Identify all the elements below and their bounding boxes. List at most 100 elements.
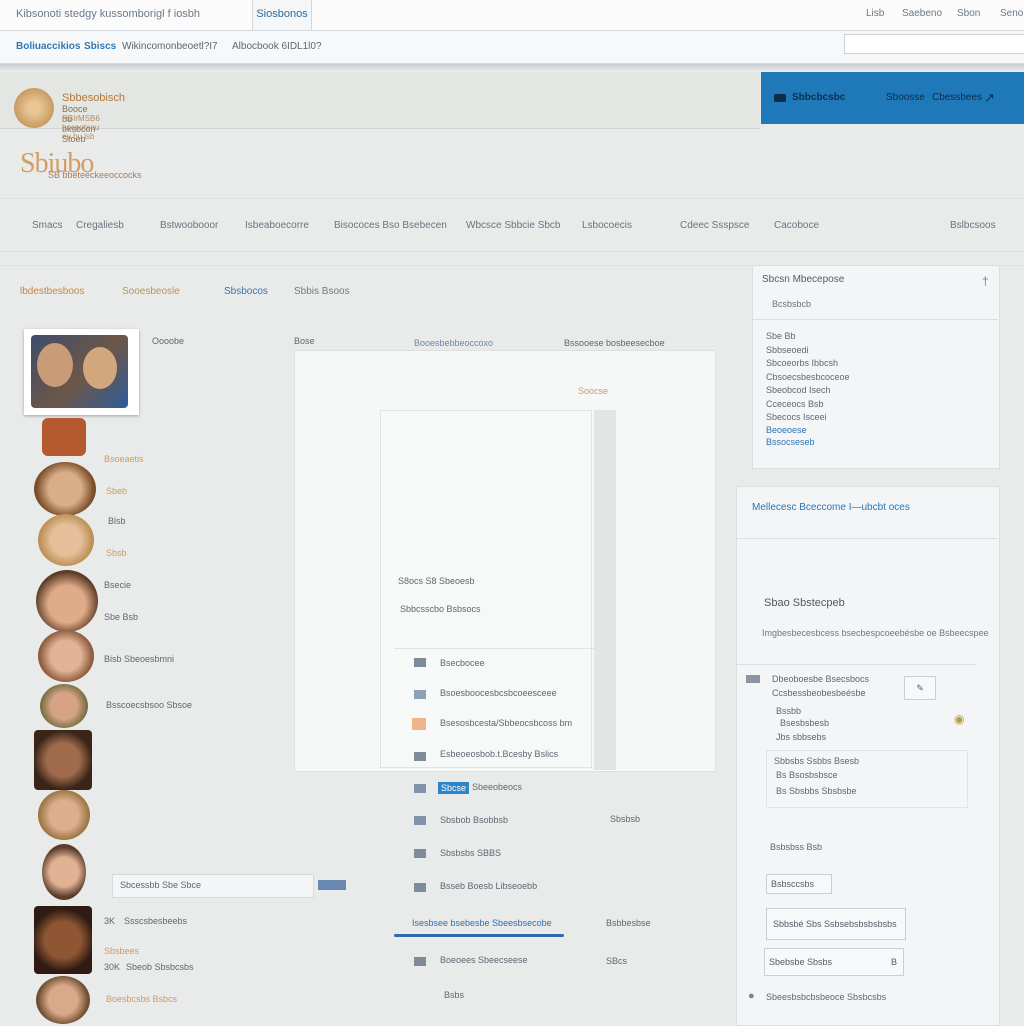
list-item[interactable]: Sbeeobeocs <box>472 782 522 792</box>
list-item[interactable]: Bsesosbcesta/Sbbeocsbcoss bm <box>440 718 572 728</box>
nav-item-10[interactable]: Bslbcsoos <box>950 220 996 231</box>
nav-item-4[interactable]: Isbeaboecorre <box>245 220 309 231</box>
avatar <box>40 684 88 728</box>
nav-item-6[interactable]: Wbcsce Sbbcie Sbcb <box>466 220 561 231</box>
panel-item[interactable]: Sbe Bb <box>766 331 796 341</box>
go-button[interactable] <box>318 880 346 890</box>
nav-item-8[interactable]: Cdeec Ssspsce <box>680 220 749 231</box>
panel-item[interactable]: Cceceocs Bsb <box>766 399 824 409</box>
secbar-item-3[interactable]: Wikincomonbeoetl?I7 <box>122 41 218 52</box>
list-item[interactable]: Boeoees Sbeecseese <box>440 955 528 965</box>
top-link-1[interactable]: Lisb <box>866 8 884 19</box>
row-subtitle: Bs Bsosbsbsce <box>776 770 838 780</box>
row-detail: Bssbb <box>776 706 802 716</box>
list-item[interactable]: Sbsbees <box>104 946 139 956</box>
divider <box>736 664 976 665</box>
highlight-label: Soocse <box>578 386 609 396</box>
list-item[interactable]: Sbsbsbs SBBS <box>440 848 501 858</box>
list-item[interactable]: Esbeoeosbob.t.Bcesby Bslics <box>440 749 558 759</box>
mail-icon <box>414 752 426 761</box>
list-item[interactable]: Bsecie <box>104 580 131 590</box>
edit-button[interactable]: ✎ <box>904 676 936 700</box>
scrollbar[interactable] <box>594 410 616 770</box>
list-item[interactable]: Boesbcsbs Bsbcs <box>106 994 177 1004</box>
avatar <box>36 976 90 1024</box>
count: 3K <box>104 916 116 926</box>
list-item[interactable]: Blsb <box>108 516 126 526</box>
row-detail: Bsesbsbesb <box>780 718 830 728</box>
list-item[interactable]: Bsecbocee <box>440 658 485 668</box>
logo[interactable] <box>14 88 54 128</box>
list-item[interactable]: Sbeob Sbsbcsbs <box>126 962 194 972</box>
account-link-2[interactable]: Sboosse <box>886 92 925 103</box>
secbar-item-4[interactable]: Albocbook 6IDL1l0? <box>232 41 322 52</box>
panel-item[interactable]: Sbbseoedi <box>766 345 809 355</box>
list-item[interactable]: Ssscsbesbeebs <box>124 916 187 926</box>
tab-3[interactable]: Sbsbocos <box>224 286 268 297</box>
panel-item[interactable]: Cbsoecsbesbcoceoe <box>766 372 850 382</box>
link[interactable]: Isesbsee bsebesbe Sbeesbsecobe <box>412 918 552 928</box>
brand-subtitle: SB bbeteeckeeoccocks <box>48 170 142 180</box>
avatar <box>34 730 92 790</box>
list-item[interactable]: Sbe Bsb <box>104 612 138 622</box>
list-item[interactable]: Bsscoecsbsoo Sbsoe <box>106 700 192 710</box>
row-title[interactable]: Sbbsbs Ssbbs Bsesb <box>774 756 859 766</box>
nav-item-3[interactable]: Bstwoobooor <box>160 220 218 231</box>
profile-photo <box>31 335 128 408</box>
top-link-2[interactable]: Saebeno <box>902 8 942 19</box>
panel-item[interactable]: Sbeobcod Isech <box>766 385 831 395</box>
label: Sbsbsb <box>610 814 641 824</box>
secbar-item-1[interactable]: Boliuaccikios <box>16 41 80 52</box>
secbar-item-2[interactable]: Sbiscs <box>84 41 116 52</box>
panel-text: Imgbesbecesbcess bsecbespcoeebésbe oe Bs… <box>762 628 989 638</box>
action-button[interactable]: Bsbsccsbs <box>766 874 832 894</box>
doc-icon <box>414 658 426 667</box>
action-button[interactable]: Sbbsbé Sbs Ssbsebsbsbsbsbs <box>766 908 906 940</box>
account-link-1[interactable]: Sbbcbcsbc <box>792 92 845 103</box>
account-icon <box>774 94 786 102</box>
account-link-3[interactable]: Cbessbees <box>932 92 982 103</box>
nav-item-5[interactable]: Bisococes Bso Bsebecen <box>334 220 447 231</box>
avatar <box>34 462 96 516</box>
row-title[interactable]: Dbeoboesbe Bsecsbocs <box>772 674 869 684</box>
bulb-icon: ◉ <box>954 712 965 726</box>
panel-item[interactable]: Beoeoese <box>766 425 807 435</box>
divider <box>0 64 1024 72</box>
nav-item-2[interactable]: Cregaliesb <box>76 220 124 231</box>
profile-card[interactable] <box>24 329 139 415</box>
tab-4[interactable]: Sbbis Bsoos <box>294 286 350 297</box>
divider <box>394 648 594 649</box>
panel-item[interactable]: Bssocseseb <box>766 437 815 447</box>
arrow-icon[interactable]: ↗ <box>984 90 995 106</box>
header-line-1: Sbbesobisch <box>62 92 125 104</box>
tab-1[interactable]: lbdestbesboos <box>20 286 85 297</box>
list-item[interactable]: Sbsbob Bsobbsb <box>440 815 508 825</box>
info-icon: ● <box>748 990 755 1002</box>
tab-active[interactable]: Siosbonos <box>252 0 312 30</box>
nav-item-7[interactable]: Lsbocoecis <box>582 220 632 231</box>
list-item[interactable]: Bsbs <box>444 990 464 1000</box>
list-item[interactable]: Bsseb Boesb Libseoebb <box>440 881 537 891</box>
panel-item[interactable]: Sbcoeorbs Ibbcsh <box>766 358 838 368</box>
top-link-4[interactable]: Seno <box>1000 8 1023 19</box>
avatar <box>38 630 94 682</box>
grid-header-4: Bssooese bosbeesecboe <box>564 338 665 348</box>
misc-label-b: Sbbcsscbo Bsbsocs <box>400 604 481 614</box>
list-item[interactable]: Bsoeaetis <box>104 454 144 464</box>
tab-2[interactable]: Sooesbeosle <box>122 286 180 297</box>
panel-heading: Sbao Sbstecpeb <box>764 597 845 609</box>
list-item[interactable]: Sbeb <box>106 486 127 496</box>
nav-item-9[interactable]: Cacoboce <box>774 220 819 231</box>
status-badge[interactable]: Sbcse <box>438 782 470 794</box>
top-link-3[interactable]: Sbon <box>957 8 980 19</box>
action-button[interactable]: Sbebsbe Sbsbs B <box>764 948 904 976</box>
list-item[interactable]: Sbsb <box>106 548 127 558</box>
nav-item-1[interactable]: Smacs <box>32 220 63 231</box>
grid-header-2: Bose <box>294 336 315 346</box>
search-input[interactable] <box>844 34 1024 54</box>
panel-item[interactable]: Sbecocs Isceei <box>766 412 827 422</box>
list-item[interactable]: Bsoesboocesbcsbcoeesceee <box>440 688 557 698</box>
list-item[interactable]: Bisb Sbeoesbmni <box>104 654 174 664</box>
pin-icon[interactable]: † <box>982 274 989 288</box>
avatar <box>37 343 73 387</box>
